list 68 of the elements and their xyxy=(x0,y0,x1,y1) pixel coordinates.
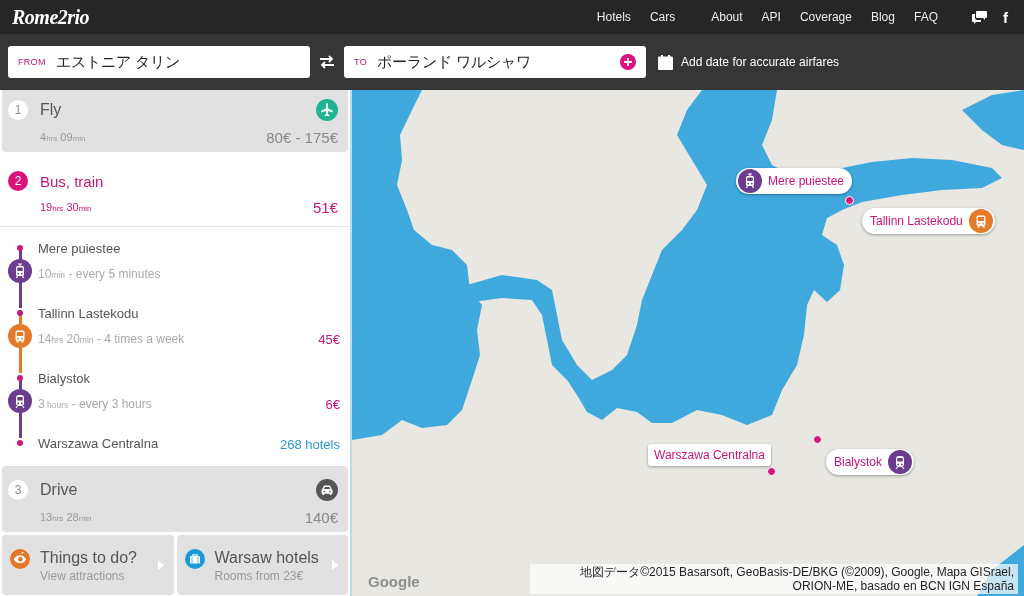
duration-text: 4hrs 09min xyxy=(40,131,86,143)
nav-link[interactable]: Hotels xyxy=(596,10,631,24)
field-label: FROM xyxy=(18,57,46,67)
nav-link[interactable]: About xyxy=(711,10,743,24)
stop-name: Mere puiestee xyxy=(38,240,122,258)
route-price: 140€ xyxy=(304,508,338,526)
stop-dot-icon xyxy=(17,310,23,316)
map-drawing[interactable] xyxy=(352,90,1024,596)
nav-link[interactable]: Coverage xyxy=(799,10,852,24)
route-card[interactable]: 1 Fly 4hrs 09min 80€ - 175€ xyxy=(2,90,348,152)
eye-icon xyxy=(10,549,30,569)
nav-link[interactable]: FAQ xyxy=(914,10,938,24)
add-icon[interactable] xyxy=(620,54,636,70)
schedule-text: 14hrs 20min - 4 times a week xyxy=(38,332,185,346)
caret-icon xyxy=(157,560,164,570)
suitcase-icon xyxy=(184,549,205,569)
map-marker[interactable]: Bialystok xyxy=(826,449,915,475)
route-title: Drive xyxy=(40,481,78,499)
marker-label: Bialystok xyxy=(833,455,884,469)
stop-name: Bialystok xyxy=(38,370,92,388)
plane-icon xyxy=(316,99,338,121)
route-price: 80€ - 175€ xyxy=(266,128,338,146)
route-price: 51€ xyxy=(312,198,338,216)
stop-dot-icon xyxy=(17,440,23,446)
map-marker[interactable]: Tallinn Lastekodu xyxy=(862,208,995,234)
route-title: Fly xyxy=(40,101,62,119)
caret-icon xyxy=(332,560,338,570)
logo[interactable]: Rome2rio xyxy=(12,5,90,29)
card-title: Warsaw hotels xyxy=(214,548,320,568)
marker-label: Warszawa Centralna xyxy=(654,448,765,462)
step-number: 2 xyxy=(8,171,28,191)
stop-dot-icon xyxy=(845,196,854,205)
route-title: Bus, train xyxy=(40,172,104,190)
stop-name: Tallinn Lastekodu xyxy=(38,305,140,323)
card-subtitle: Rooms from 23€ xyxy=(214,568,305,584)
swap-icon[interactable] xyxy=(319,55,335,69)
stop-name: Warszawa Centralna xyxy=(38,435,159,453)
nav-link[interactable]: Blog xyxy=(870,10,895,24)
to-field[interactable]: TO ポーランド ワルシャワ xyxy=(344,46,646,78)
link-card[interactable]: Warsaw hotels Rooms from 23€ xyxy=(176,535,348,595)
card-subtitle: View attractions xyxy=(40,568,126,584)
car-icon xyxy=(316,479,338,501)
stop-dot-icon xyxy=(17,375,23,381)
step-number: 1 xyxy=(8,100,28,120)
leg-price: 45€ xyxy=(318,331,340,347)
stop-dot-icon xyxy=(767,467,776,476)
stop-dot-icon xyxy=(17,245,23,251)
link-card[interactable]: Things to do? View attractions xyxy=(2,535,174,595)
stop-dot-icon xyxy=(813,435,822,444)
leg-price: 6€ xyxy=(325,396,340,412)
nav-link[interactable]: Cars xyxy=(649,10,676,24)
date-prompt[interactable]: Add date for accurate airfares xyxy=(681,55,840,69)
facebook-link[interactable]: f xyxy=(1003,8,1008,26)
marker-label: Tallinn Lastekodu xyxy=(869,214,964,228)
marker-label: Mere puiestee xyxy=(767,174,846,188)
map-marker[interactable]: Mere puiestee xyxy=(736,168,853,194)
map-attribution: 地図データ©2015 Basarsoft, GeoBasis-DE/BKG (©2009), Google, Mapa GISrael, ORION-ME, basado en BCN IGN España xyxy=(530,564,1018,594)
step-number: 3 xyxy=(8,480,28,500)
chat-icon[interactable] xyxy=(972,10,987,24)
map-marker[interactable]: Warszawa Centralna xyxy=(648,444,771,466)
card-title: Things to do? xyxy=(40,548,138,568)
calendar-icon[interactable] xyxy=(658,54,673,70)
nav-link[interactable]: API xyxy=(761,10,781,24)
from-field[interactable]: FROM エストニア タリン xyxy=(8,46,310,78)
schedule-text: 3 hours - every 3 hours xyxy=(38,397,152,411)
duration-text: 19hrs 30min xyxy=(40,201,92,213)
schedule-text: 10min - every 5 minutes xyxy=(38,267,161,281)
field-label: TO xyxy=(354,57,367,67)
